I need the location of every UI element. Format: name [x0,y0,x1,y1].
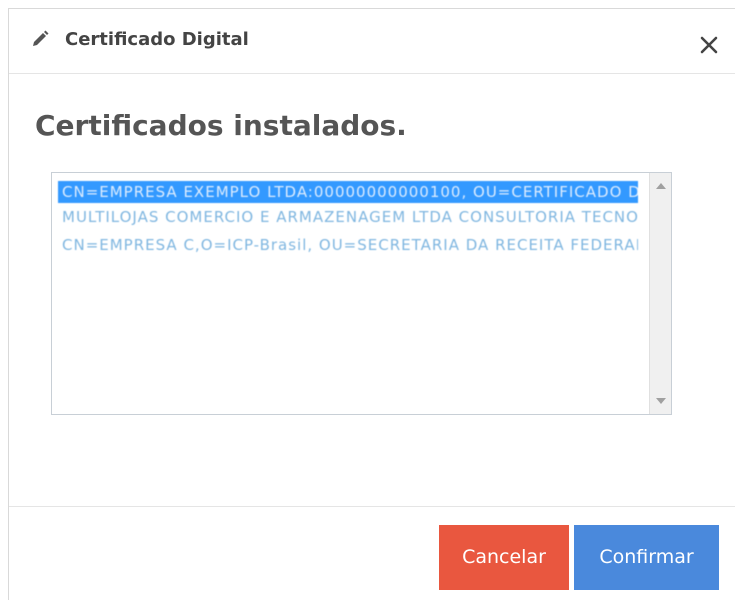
confirm-button[interactable]: Confirmar [574,525,719,590]
cancel-button[interactable]: Cancelar [439,525,569,590]
modal-footer: Cancelar Confirmar [9,506,735,601]
list-scrollbar[interactable] [649,173,671,414]
page-title: Certificados instalados. [35,109,407,142]
scroll-up-arrow-icon[interactable] [656,183,666,189]
certificate-items: CN=EMPRESA EXEMPLO LTDA:00000000000100, … [58,181,638,259]
close-icon[interactable] [697,33,721,57]
modal-header: Certificado Digital [9,9,735,74]
certificate-item[interactable]: CN=EMPRESA EXEMPLO LTDA:00000000000100, … [58,181,638,203]
certificate-list[interactable]: CN=EMPRESA EXEMPLO LTDA:00000000000100, … [51,172,672,415]
modal-title: Certificado Digital [65,29,249,50]
scroll-down-arrow-icon[interactable] [656,398,666,404]
certificate-item[interactable]: MULTILOJAS COMERCIO E ARMAZENAGEM LTDA C… [58,203,638,231]
certificate-modal: Certificado Digital Certificados instala… [8,8,735,600]
pencil-icon [33,30,49,46]
certificate-item[interactable]: CN=EMPRESA C,O=ICP-Brasil, OU=SECRETARIA… [58,231,638,259]
